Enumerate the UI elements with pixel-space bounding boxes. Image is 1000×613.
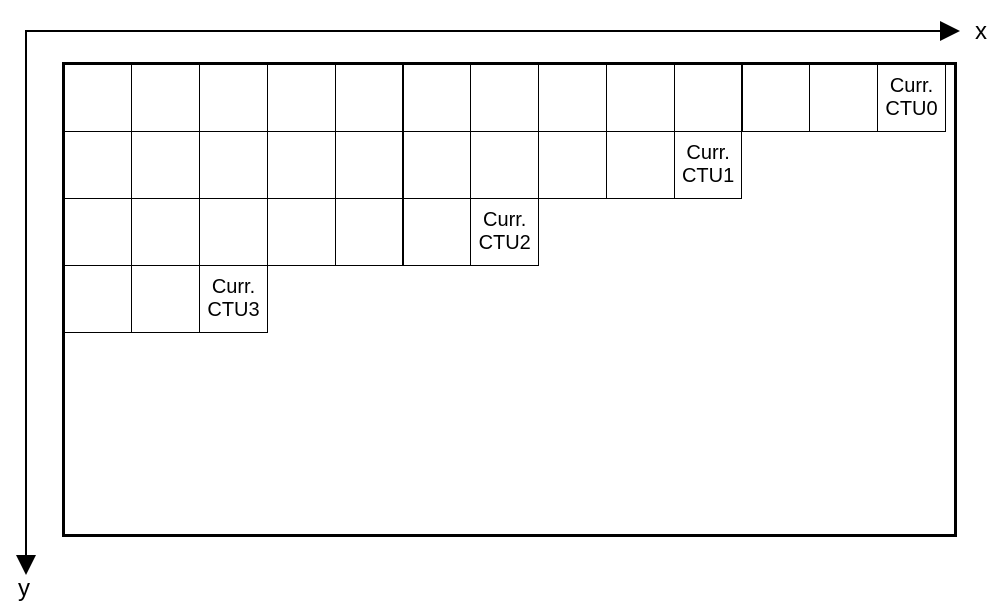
ctu-cell [199,64,268,132]
x-axis-line [25,30,945,32]
ctu-cell [335,131,404,199]
y-axis-arrowhead [16,555,36,575]
ctu-cell [470,64,539,132]
y-axis-line [25,30,27,560]
ctu-label-text: Curr. [686,142,729,165]
ctu-cell [403,64,472,132]
ctu-cell [64,131,133,199]
current-ctu-cell: Curr.CTU2 [470,198,539,266]
y-axis-label: y [18,575,30,603]
ctu-cell [403,198,472,266]
ctu-cell [267,131,336,199]
ctu-cell [335,64,404,132]
ctu-cell [809,64,878,132]
x-axis-label: x [975,18,987,46]
ctu-cell [131,64,200,132]
ctu-label-text: CTU0 [885,98,937,121]
ctu-cell [199,131,268,199]
ctu-cell [64,198,133,266]
ctu-cell [538,64,607,132]
current-ctu-cell: Curr.CTU0 [877,64,946,132]
ctu-cell [267,198,336,266]
ctu-cell [131,198,200,266]
ctu-cell [742,64,811,132]
ctu-cell [606,64,675,132]
ctu-cell [267,64,336,132]
ctu-label-text: Curr. [212,276,255,299]
ctu-cell [64,64,133,132]
current-ctu-cell: Curr.CTU1 [674,131,743,199]
ctu-label-text: Curr. [483,209,526,232]
ctu-label-text: CTU1 [682,165,734,188]
ctu-cell [403,131,472,199]
ctu-label-text: CTU2 [479,232,531,255]
ctu-label-text: Curr. [890,75,933,98]
ctu-cell [199,198,268,266]
ctu-grid: Curr.CTU0Curr.CTU1Curr.CTU2Curr.CTU3 [65,65,954,534]
ctu-cell [538,131,607,199]
x-axis-arrowhead [940,21,960,41]
ctu-cell [131,265,200,333]
ctu-cell [470,131,539,199]
ctu-cell [64,265,133,333]
ctu-cell [131,131,200,199]
grid-container: Curr.CTU0Curr.CTU1Curr.CTU2Curr.CTU3 [62,62,957,537]
ctu-label-text: CTU3 [207,299,259,322]
current-ctu-cell: Curr.CTU3 [199,265,268,333]
ctu-cell [674,64,743,132]
ctu-cell [606,131,675,199]
ctu-cell [335,198,404,266]
